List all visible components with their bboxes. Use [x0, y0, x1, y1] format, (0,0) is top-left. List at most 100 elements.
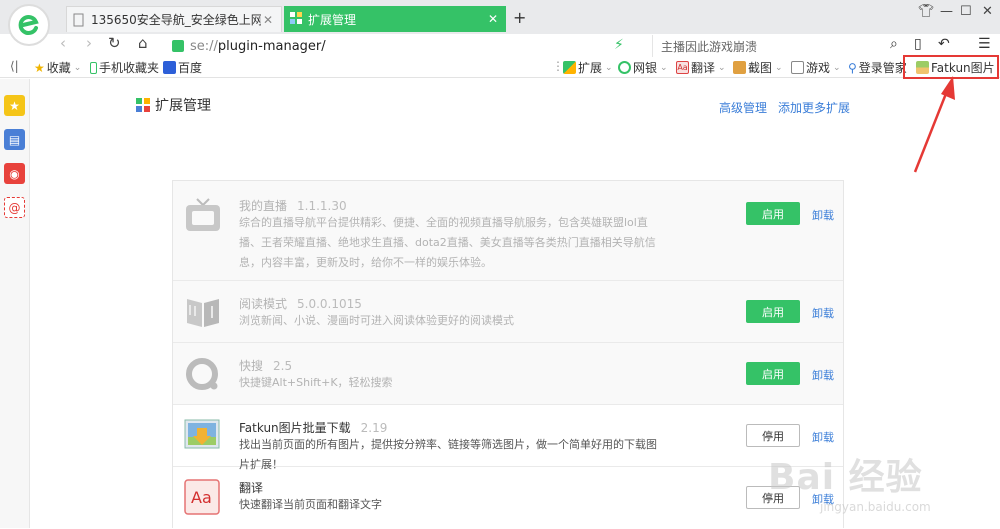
chevron-down-icon: ⌄ [775, 62, 783, 73]
browser-logo-icon[interactable] [8, 4, 50, 46]
favorites-star-icon[interactable]: ★ [4, 95, 25, 116]
bookmark-mobile[interactable]: 手机收藏夹 [90, 59, 159, 76]
chevron-down-icon: ⌄ [660, 62, 668, 73]
extension-name: 阅读模式 5.0.0.1015 [239, 297, 362, 311]
bookmark-label: 百度 [178, 61, 203, 75]
security-shield-icon [172, 40, 184, 52]
weibo-icon[interactable]: ◉ [4, 163, 25, 184]
page-title-text: 扩展管理 [155, 98, 211, 114]
extension-grid-icon [136, 98, 150, 112]
toolbar-login-manager[interactable]: ⚲ 登录管家 [848, 59, 907, 76]
back-icon[interactable]: ‹ [60, 34, 66, 52]
url-path: plugin-manager/ [217, 38, 326, 54]
uninstall-link[interactable]: 卸载 [812, 367, 834, 383]
forward-icon[interactable]: › [86, 34, 92, 52]
uninstall-link[interactable]: 卸载 [812, 429, 834, 445]
sidebar-toggle-icon[interactable]: ⟨| [10, 59, 19, 73]
extension-row-quicksearch: 快搜 2.5 快捷键Alt+Shift+K，轻松搜索 启用 卸载 [173, 343, 843, 405]
search-placeholder: 主播因此游戏崩溃 [661, 39, 758, 54]
tab-title: 扩展管理 [308, 12, 357, 27]
menu-icon[interactable]: ☰ [978, 36, 991, 52]
extension-icon [563, 61, 576, 74]
extension-name: 快搜 2.5 [239, 359, 293, 373]
extension-description: 综合的直播导航平台提供精彩、便捷、全面的视频直播导航服务，包含英雄联盟lol直播… [239, 216, 656, 269]
toolbar-label: 翻译 [691, 61, 716, 75]
search-ring-icon [183, 354, 223, 394]
close-icon[interactable]: ✕ [486, 12, 500, 26]
toolbar-label: 网银 [633, 61, 658, 75]
chevron-down-icon: ⌄ [833, 62, 841, 73]
game-icon [791, 61, 804, 74]
tab-title: 135650安全导航_安全绿色上网从此开始 [91, 13, 261, 27]
tv-icon [183, 195, 223, 235]
speed-mode-icon[interactable]: ⚡︎ [614, 37, 624, 53]
chevron-down-icon: ⌄ [73, 62, 82, 73]
bookmark-bar: ⟨| ★ 收藏 ⌄ 手机收藏夹 百度 ⋮ 扩展 ⌄ 网银 ⌄ Aa 翻译 ⌄ 截图 ⌄ 游… [0, 58, 1000, 78]
extension-list: 我的直播 1.1.1.30 综合的直播导航平台提供精彩、便捷、全面的视频直播导航服… [172, 180, 844, 528]
undo-icon[interactable]: ↶ [938, 36, 950, 52]
bookmark-favorites[interactable]: ★ 收藏 ⌄ [34, 59, 81, 76]
bookmark-label: 收藏 [46, 61, 71, 75]
extension-row-reading: 阅读模式 5.0.0.1015 浏览新闻、小说、漫画时可进入阅读体验更好的阅读模式… [173, 281, 843, 343]
page-icon [73, 13, 85, 27]
reading-list-icon[interactable]: ▤ [4, 129, 25, 150]
toolbar-translate[interactable]: Aa 翻译 ⌄ [676, 59, 726, 76]
chevron-down-icon: ⌄ [718, 62, 726, 73]
reload-icon[interactable]: ↻ [108, 34, 121, 52]
url-scheme: se:// [190, 38, 218, 54]
disable-button[interactable]: 停用 [746, 486, 800, 509]
enable-button[interactable]: 启用 [746, 362, 800, 385]
enable-button[interactable]: 启用 [746, 202, 800, 225]
toolbar-games[interactable]: 游戏 ⌄ [791, 59, 841, 76]
shirt-icon[interactable]: 👕︎ [918, 4, 935, 19]
screenshot-icon [733, 61, 746, 74]
toolbar-bank[interactable]: 网银 ⌄ [618, 59, 668, 76]
bookmark-baidu[interactable]: 百度 [163, 59, 202, 76]
image-download-icon [183, 416, 223, 456]
disable-button[interactable]: 停用 [746, 424, 800, 447]
toolbar-label: 截图 [748, 61, 773, 75]
star-icon: ★ [34, 61, 45, 75]
new-tab-icon[interactable]: + [513, 8, 526, 27]
close-icon[interactable]: ✕ [261, 13, 275, 27]
close-window-icon[interactable]: ✕ [982, 4, 993, 19]
toolbar-extensions[interactable]: 扩展 ⌄ [563, 59, 613, 76]
login-icon: ⚲ [848, 61, 857, 75]
extension-name: 我的直播 1.1.1.30 [239, 199, 347, 213]
page-title: 扩展管理 [136, 95, 211, 115]
address-bar[interactable]: se:// plugin-manager/ [164, 35, 640, 57]
navigation-bar: ‹ › ↻ ⌂ se:// plugin-manager/ ⚡︎ 主播因此游戏崩… [0, 34, 1000, 58]
search-input[interactable]: 主播因此游戏崩溃 [652, 35, 902, 57]
toolbar-label: 扩展 [578, 61, 603, 75]
toolbar-screenshot[interactable]: 截图 ⌄ [733, 59, 783, 76]
minimize-icon[interactable]: — [940, 4, 953, 19]
search-icon[interactable]: ⌕ [890, 36, 898, 52]
home-icon[interactable]: ⌂ [138, 34, 148, 52]
phone-icon [90, 61, 97, 74]
baidu-icon [163, 61, 176, 74]
phone-icon[interactable]: ▯ [914, 36, 922, 52]
mail-icon[interactable]: @ [4, 197, 25, 218]
tab-extension-manager[interactable]: 扩展管理 ✕ [284, 6, 506, 32]
uninstall-link[interactable]: 卸载 [812, 207, 834, 223]
restore-icon[interactable]: ☐ [960, 4, 972, 19]
uninstall-link[interactable]: 卸载 [812, 305, 834, 321]
extension-grid-icon [290, 12, 302, 26]
extension-row-translate: Aa 翻译 快速翻译当前页面和翻译文字 停用 卸载 [173, 467, 843, 529]
tab-navigation[interactable]: 135650安全导航_安全绿色上网从此开始 ✕ [66, 6, 282, 32]
translate-icon: Aa [676, 61, 689, 74]
advanced-manage-link[interactable]: 高级管理 [719, 99, 767, 116]
annotation-arrow [913, 76, 955, 173]
add-more-extensions-link[interactable]: 添加更多扩展 [778, 99, 850, 116]
uninstall-link[interactable]: 卸载 [812, 491, 834, 507]
extension-description: 快捷键Alt+Shift+K，轻松搜索 [239, 376, 393, 389]
chevron-down-icon: ⌄ [605, 62, 613, 73]
extension-description: 浏览新闻、小说、漫画时可进入阅读体验更好的阅读模式 [239, 314, 514, 327]
bank-icon [618, 61, 631, 74]
extension-description: 快速翻译当前页面和翻译文字 [239, 498, 382, 511]
tab-bar: 135650安全导航_安全绿色上网从此开始 ✕ 扩展管理 ✕ + 👕︎ — ☐ … [0, 0, 1000, 46]
toolbar-label: 登录管家 [858, 61, 907, 75]
left-sidebar: ★ ▤ ◉ @ [0, 79, 30, 528]
extension-name: Fatkun图片批量下载 2.19 [239, 421, 388, 435]
enable-button[interactable]: 启用 [746, 300, 800, 323]
